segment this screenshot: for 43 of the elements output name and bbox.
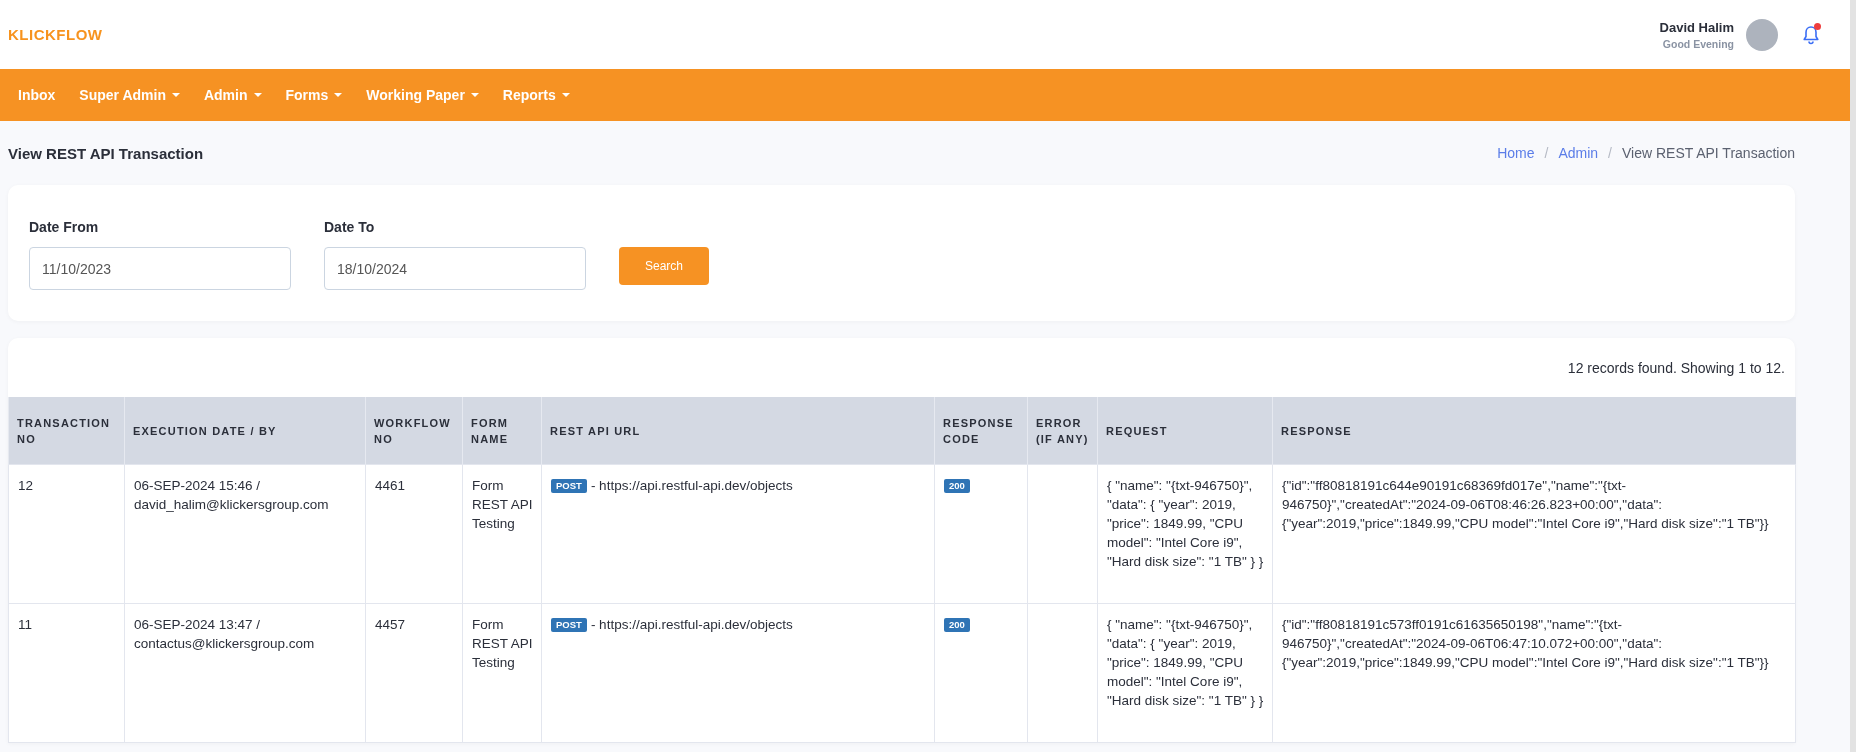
page-title: View REST API Transaction [8, 144, 204, 162]
table-cell: Form REST API Testing [462, 603, 542, 743]
bell-icon[interactable] [1802, 24, 1820, 45]
column-header[interactable]: RESPONSE [1272, 397, 1796, 465]
column-header[interactable]: REQUEST [1097, 397, 1273, 465]
date-field[interactable]: 18/10/2024 [324, 247, 586, 290]
field-label: Date From [29, 219, 100, 235]
scrollbar[interactable] [1850, 0, 1856, 752]
breadcrumb-separator: / [1608, 145, 1612, 161]
status-code-tag: 200 [944, 479, 970, 493]
table-cell: { "name": "{txt-946750}", "data": { "year": 2019, "price": 1849.99, "CPU model": "Intel Core i9", "Hard disk size": "1 TB" } } [1097, 603, 1273, 743]
table-cell: Form REST API Testing [462, 464, 542, 604]
table-cell: {"id":"ff80818191c573ff0191c61635650198","name":"{txt-946750}","createdAt":"2024-09-06T06:47:10.072+00:00","data":{"year":2019,"price":1849.99,"CPU model":"Intel Core i9","Hard disk size":"1 TB"}} [1272, 603, 1796, 743]
field-label: Date To [324, 219, 376, 235]
records-summary: 12 records found. Showing 1 to 12. [1566, 359, 1786, 378]
table-cell: 06-SEP-2024 15:46 / david_halim@klickersgroup.com [124, 464, 366, 604]
status-code-tag: 200 [944, 618, 970, 632]
table-cell: { "name": "{txt-946750}", "data": { "year": 2019, "price": 1849.99, "CPU model": "Intel Core i9", "Hard disk size": "1 TB" } } [1097, 464, 1273, 604]
table-cell: 12 [8, 464, 125, 604]
column-header[interactable]: REST API URL [541, 397, 935, 465]
method-tag: POST [551, 479, 587, 493]
method-tag: POST [551, 618, 587, 632]
breadcrumb-current: View REST API Transaction [1622, 145, 1795, 161]
date-field[interactable]: 11/10/2023 [29, 247, 291, 290]
column-header[interactable]: WORKFLOW NO [365, 397, 463, 465]
url-text: - https://api.restful-api.dev/objects [590, 478, 793, 493]
greeting: Good Evening [1661, 37, 1734, 50]
table-cell: 06-SEP-2024 13:47 / contactus@klickersgroup.com [124, 603, 366, 743]
table-cell: 4461 [365, 464, 463, 604]
table-cell: {"id":"ff80818191c644e90191c68369fd017e","name":"{txt-946750}","createdAt":"2024-09-06T08:46:26.823+00:00","data":{"year":2019,"price":1849.99,"CPU model":"Intel Core i9","Hard disk size":"1 TB"}} [1272, 464, 1796, 604]
url-text: - https://api.restful-api.dev/objects [590, 617, 793, 632]
breadcrumb-separator: / [1544, 145, 1549, 161]
column-header[interactable]: RESPONSE CODE [934, 397, 1028, 465]
breadcrumb-link[interactable]: Admin [1558, 145, 1599, 161]
column-header[interactable]: FORM NAME [462, 397, 542, 465]
column-header[interactable]: ERROR (IF ANY) [1027, 397, 1098, 465]
table-cell: 11 [8, 603, 125, 743]
user-name: David Halim [1659, 19, 1734, 35]
breadcrumb-link[interactable]: Home [1497, 145, 1535, 161]
column-header[interactable]: EXECUTION DATE / BY [124, 397, 366, 465]
column-header[interactable]: TRANSACTION NO [8, 397, 125, 465]
avatar[interactable] [1746, 18, 1778, 51]
table-cell: 4457 [365, 603, 463, 743]
